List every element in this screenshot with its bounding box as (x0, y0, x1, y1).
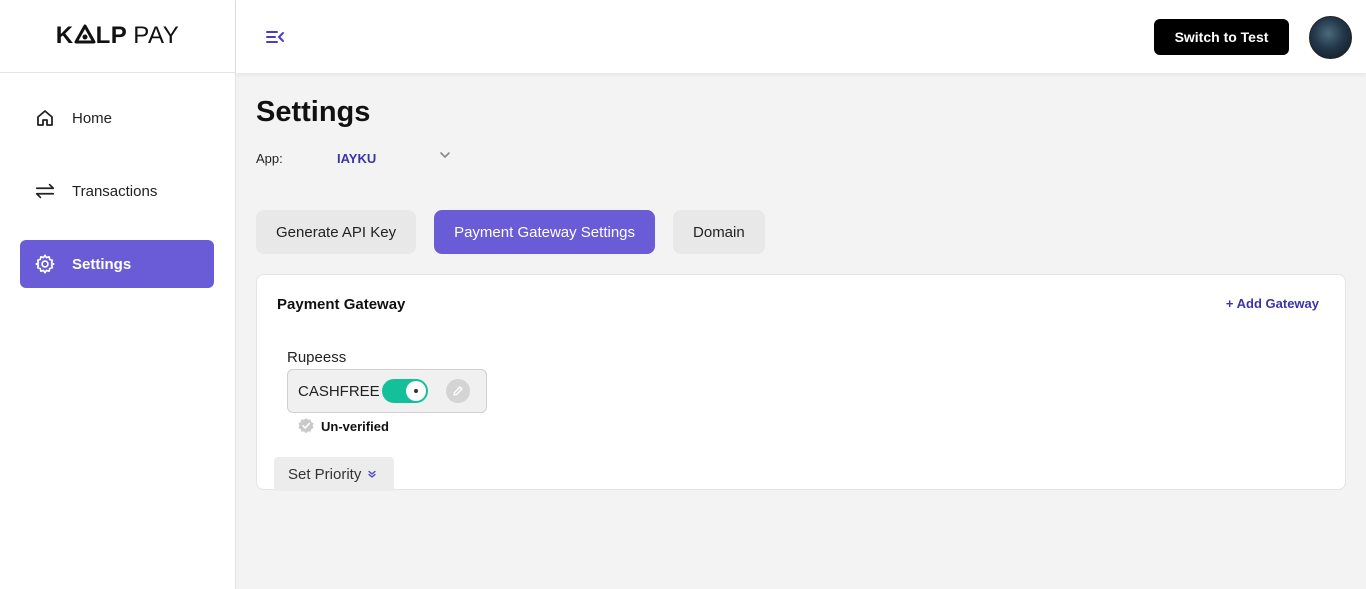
logo-mark: K LP (55, 22, 128, 49)
gear-icon (34, 253, 56, 275)
tab-payment-gateway-settings[interactable]: Payment Gateway Settings (434, 210, 656, 254)
app-select[interactable]: IAYKU (337, 146, 457, 170)
page-title: Settings (256, 96, 371, 128)
currency-label: Rupeess (287, 349, 347, 366)
tab-generate-api-key[interactable]: Generate API Key (256, 210, 417, 254)
set-priority-label: Set Priority (288, 465, 362, 483)
arrows-swap-icon (34, 180, 56, 202)
app-select-value: IAYKU (337, 150, 377, 166)
add-gateway-link[interactable]: + Add Gateway (1226, 296, 1319, 311)
status-text: Un-verified (321, 418, 389, 434)
verified-badge-icon (297, 417, 315, 435)
sidebar-item-transactions[interactable]: Transactions (20, 167, 214, 215)
card-title: Payment Gateway (277, 296, 406, 313)
logo-text: PAY (133, 22, 180, 49)
gateway-name: CASHFREE (298, 382, 380, 400)
verification-status: Un-verified (297, 417, 389, 435)
app-label: App: (256, 151, 283, 166)
double-chevron-down-icon (367, 466, 377, 483)
tab-domain[interactable]: Domain (673, 210, 765, 254)
home-icon (34, 107, 56, 129)
logo[interactable]: K LP PAY (0, 0, 235, 73)
avatar[interactable] (1309, 16, 1352, 59)
sidebar-item-label: Home (72, 109, 113, 127)
sidebar: K LP PAY Home Transactions Settings (0, 0, 236, 589)
edit-icon[interactable] (446, 379, 470, 403)
toggle-knob (406, 381, 426, 401)
switch-to-test-button[interactable]: Switch to Test (1154, 19, 1289, 55)
sidebar-nav: Home Transactions Settings (0, 73, 235, 288)
gateway-toggle[interactable] (382, 379, 428, 403)
set-priority-button[interactable]: Set Priority (274, 457, 394, 491)
sidebar-item-home[interactable]: Home (20, 94, 214, 142)
sidebar-item-settings[interactable]: Settings (20, 240, 214, 288)
sidebar-item-label: Settings (72, 255, 132, 273)
payment-gateway-card: Payment Gateway + Add Gateway Rupeess CA… (256, 274, 1346, 491)
settings-tabs: Generate API Key Payment Gateway Setting… (256, 210, 783, 254)
gateway-item: CASHFREE (287, 369, 487, 413)
sidebar-item-label: Transactions (72, 182, 158, 200)
collapse-menu-icon[interactable] (264, 26, 286, 48)
top-bar: Switch to Test (236, 0, 1366, 73)
chevron-down-icon (438, 148, 452, 167)
